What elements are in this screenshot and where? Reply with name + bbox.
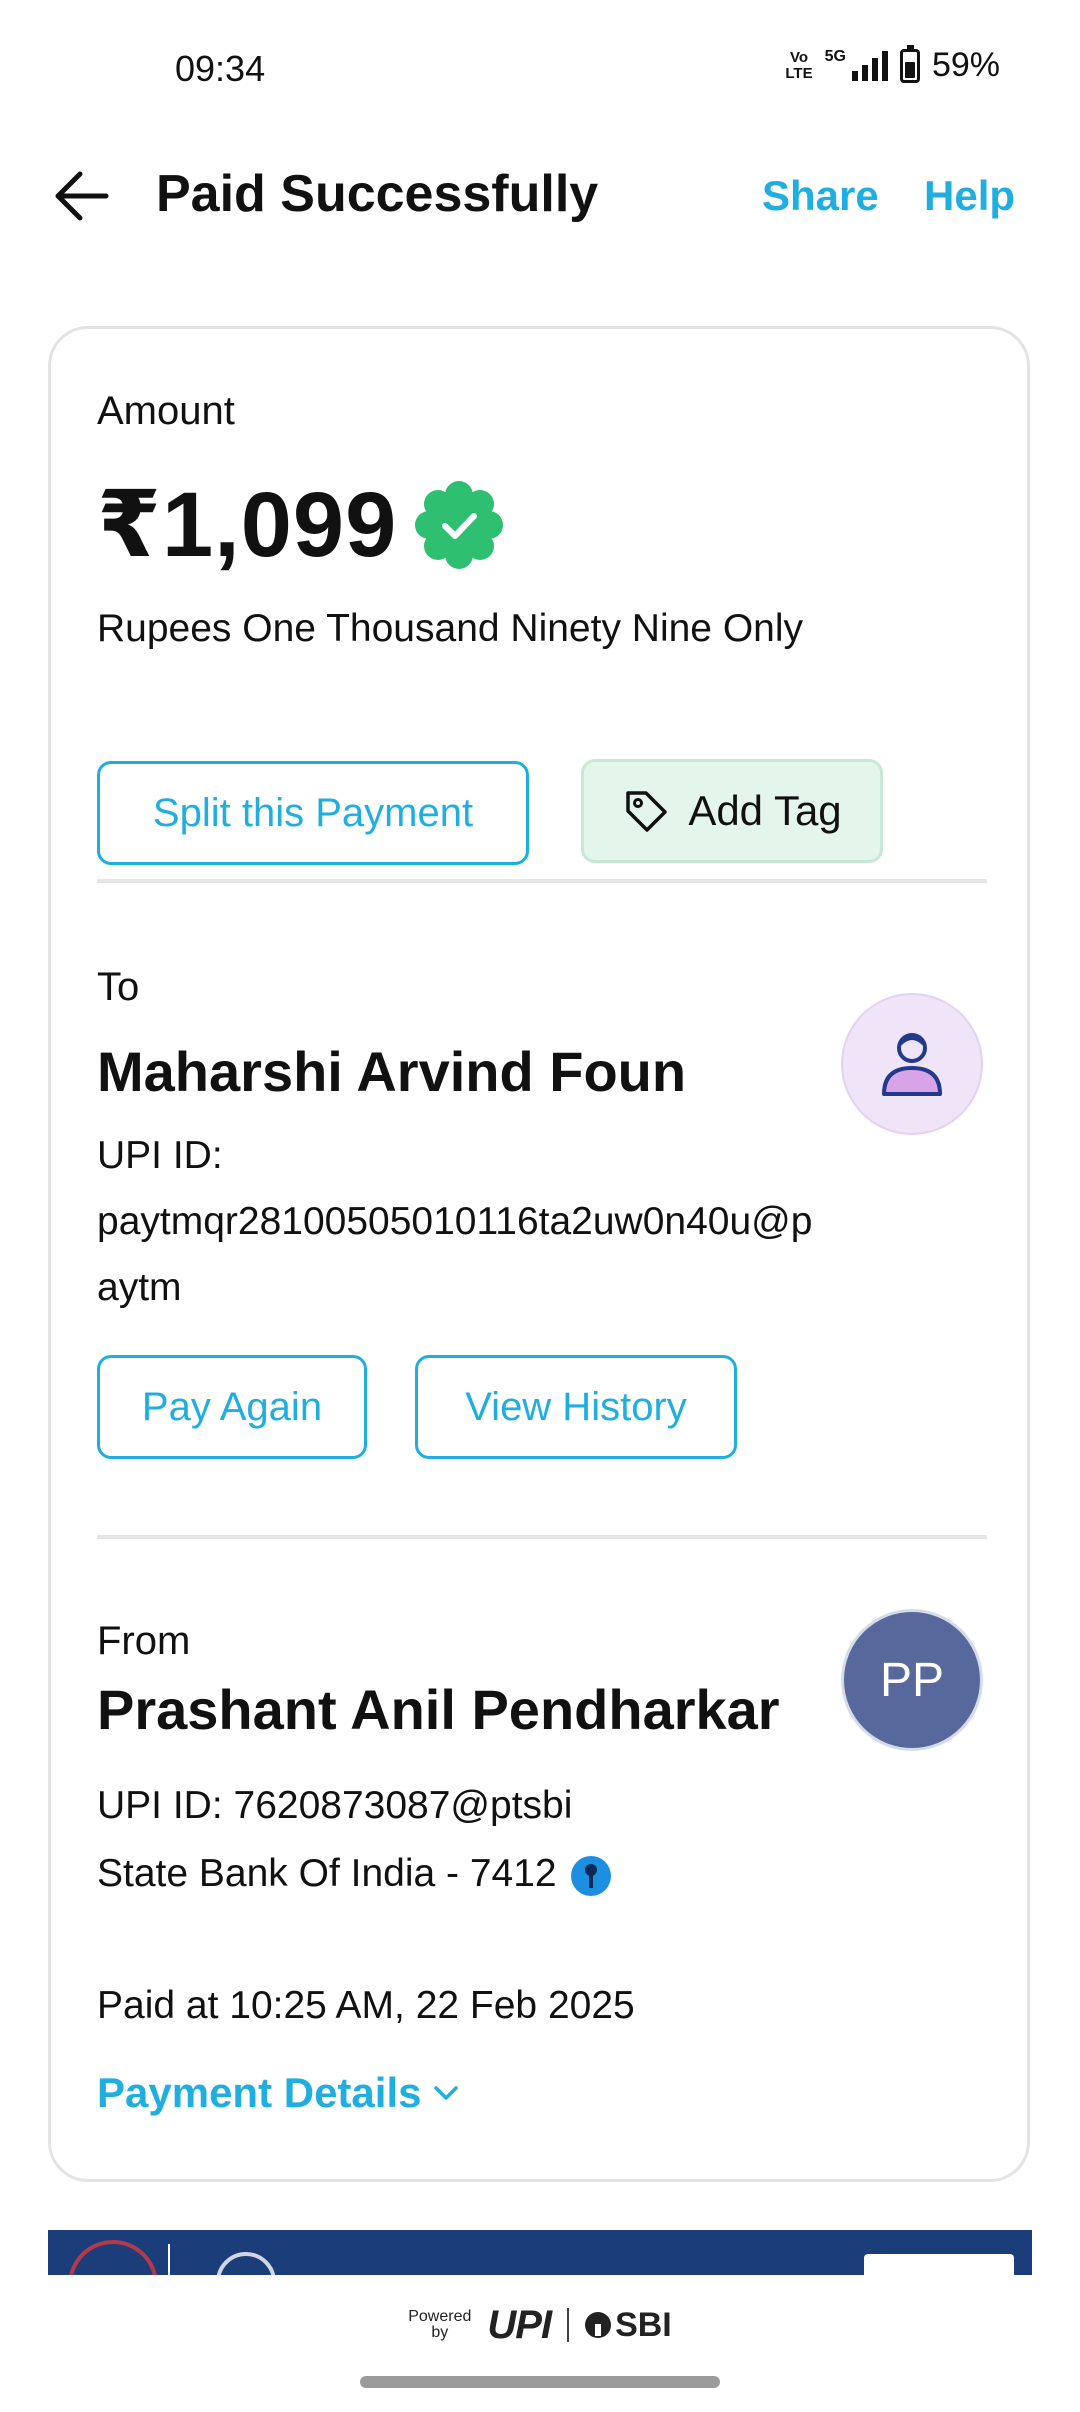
page-title: Paid Successfully bbox=[156, 165, 599, 223]
amount-value: ₹1,099 bbox=[97, 474, 398, 576]
battery-percent: 59% bbox=[931, 46, 1000, 84]
amount-label: Amount bbox=[97, 389, 235, 433]
divider bbox=[97, 1535, 987, 1539]
powered-by-footer: Powered by UPI SBI bbox=[0, 2290, 1080, 2360]
sbi-brand: SBI bbox=[585, 2306, 672, 2345]
arrow-left-icon bbox=[55, 171, 109, 221]
battery-icon bbox=[899, 44, 920, 83]
add-tag-button[interactable]: Add Tag bbox=[581, 759, 883, 863]
banner-partner-logo bbox=[864, 2254, 1014, 2275]
help-button[interactable]: Help bbox=[924, 172, 1015, 220]
payee-upi-id: paytmqr28100505010116ta2uw0n40u@paytm bbox=[97, 1200, 813, 1309]
chevron-down-icon bbox=[434, 2086, 459, 2100]
status-bar: 09:34 Vo LTE 5G 59% bbox=[0, 0, 1080, 130]
banner-logo-icon bbox=[216, 2252, 276, 2275]
payer-bank: State Bank Of India - 7412 bbox=[97, 1841, 611, 1907]
sbi-logo-icon bbox=[570, 1855, 611, 1896]
volte-icon: Vo LTE bbox=[785, 48, 813, 82]
from-label: From bbox=[97, 1619, 191, 1663]
person-icon bbox=[882, 1033, 942, 1096]
add-tag-label: Add Tag bbox=[688, 787, 842, 834]
payer-bank-name: State Bank Of India - 7412 bbox=[97, 1852, 557, 1895]
paid-at: Paid at 10:25 AM, 22 Feb 2025 bbox=[97, 1984, 635, 2027]
footer-separator bbox=[567, 2308, 570, 2342]
payment-details-label: Payment Details bbox=[97, 2069, 422, 2116]
back-button[interactable] bbox=[52, 168, 112, 224]
payer-avatar: PP bbox=[841, 1609, 983, 1751]
payer-upi-id: UPI ID: 7620873087@ptsbi bbox=[97, 1784, 573, 1827]
signal-icon bbox=[851, 50, 888, 81]
payment-card: Amount ₹1,099 Rupees One Thousand Ninety… bbox=[48, 326, 1030, 2182]
share-button[interactable]: Share bbox=[762, 172, 879, 220]
amount-in-words: Rupees One Thousand Ninety Nine Only bbox=[97, 607, 804, 650]
home-indicator[interactable] bbox=[360, 2376, 720, 2388]
app-header: Paid Successfully Share Help bbox=[0, 150, 1080, 240]
divider bbox=[97, 879, 987, 883]
powered-by-text: Powered by bbox=[408, 2308, 472, 2341]
verified-badge-icon bbox=[415, 481, 503, 569]
banner-emblem-icon bbox=[68, 2240, 158, 2275]
payer-name: Prashant Anil Pendharkar bbox=[97, 1678, 780, 1741]
status-time: 09:34 bbox=[175, 48, 266, 89]
upi-logo: UPI bbox=[487, 2302, 552, 2347]
network-type: 5G bbox=[824, 48, 846, 65]
split-payment-button[interactable]: Split this Payment bbox=[97, 761, 529, 865]
payee-upi-label: UPI ID: bbox=[97, 1134, 223, 1177]
view-history-button[interactable]: View History bbox=[415, 1355, 737, 1459]
payee-upi-block: UPI ID: paytmqr28100505010116ta2uw0n40u@… bbox=[97, 1123, 817, 1321]
status-icons: Vo LTE 5G 59% bbox=[785, 44, 1000, 85]
tag-icon bbox=[626, 791, 668, 832]
sbi-logo-icon bbox=[585, 2312, 612, 2338]
to-label: To bbox=[97, 965, 140, 1009]
promo-banner[interactable] bbox=[48, 2230, 1032, 2275]
payee-name: Maharshi Arvind Foun bbox=[97, 1040, 687, 1103]
pay-again-button[interactable]: Pay Again bbox=[97, 1355, 367, 1459]
payee-avatar bbox=[841, 993, 983, 1135]
payment-details-toggle[interactable]: Payment Details bbox=[97, 2069, 461, 2117]
